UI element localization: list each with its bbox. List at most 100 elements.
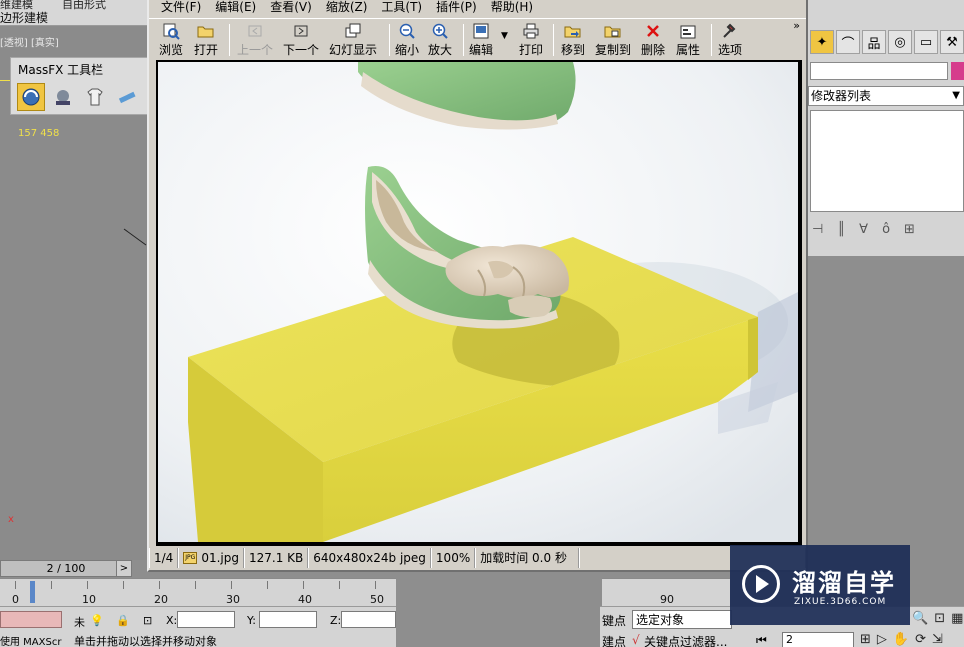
- viewer-statusbar: 1/4 JPG 01.jpg 127.1 KB 640x480x24b jpeg…: [149, 548, 806, 568]
- utilities-tab-icon[interactable]: ⚒: [940, 30, 964, 54]
- time-marker[interactable]: [30, 581, 35, 603]
- modifier-stack[interactable]: [810, 110, 964, 212]
- rigid-body-icon[interactable]: [49, 83, 77, 111]
- key-filters-button[interactable]: 关键点过滤器...: [644, 633, 727, 647]
- absolute-mode-icon[interactable]: ⊡: [143, 614, 152, 627]
- options-button[interactable]: 选项: [718, 21, 742, 59]
- edit-label: 编辑: [469, 43, 494, 57]
- ruler-tick: 20: [154, 593, 168, 606]
- move-to-button[interactable]: 移到: [561, 21, 585, 59]
- properties-button[interactable]: 属性: [676, 21, 700, 59]
- edit-button[interactable]: 编辑: [469, 21, 493, 59]
- lightbulb-icon[interactable]: 💡: [90, 614, 104, 627]
- viewport-perspective[interactable]: 维建模 自由形式 边形建模 [透视] [真实] MassFX 工具栏 157 4…: [0, 0, 150, 560]
- ruler-tick: 40: [298, 593, 312, 606]
- time-config-icon[interactable]: ⊞: [860, 632, 871, 647]
- time-slider-next-button[interactable]: >: [116, 560, 132, 577]
- zoom-in-button[interactable]: 放大: [428, 21, 452, 59]
- zoom-in-icon: [431, 21, 449, 41]
- ribbon-tab-freeform[interactable]: 自由形式: [62, 0, 106, 12]
- configure-sets-icon[interactable]: ⊞: [904, 222, 915, 237]
- status-filesize-text: 127.1 KB: [248, 551, 304, 565]
- status-dimensions: 640x480x24b jpeg: [308, 548, 431, 568]
- prev-icon: [247, 21, 263, 41]
- create-tab-icon[interactable]: ✦: [810, 30, 834, 54]
- make-unique-icon[interactable]: ∀: [859, 222, 868, 237]
- print-button[interactable]: 打印: [519, 21, 543, 59]
- time-slider[interactable]: 2 / 100: [0, 560, 132, 577]
- key-filter-icon: √: [632, 633, 640, 647]
- zoom-out-button[interactable]: 缩小: [395, 21, 419, 59]
- coord-z-field[interactable]: [341, 611, 396, 628]
- cloth-icon[interactable]: [81, 83, 109, 111]
- object-color-swatch[interactable]: [951, 62, 964, 80]
- next-icon: [293, 21, 309, 41]
- slideshow-button[interactable]: 幻灯显示: [329, 21, 377, 59]
- selection-set-value: 选定对象: [636, 613, 685, 627]
- key-filter-prefix: 建点: [602, 635, 627, 647]
- open-button[interactable]: 打开: [194, 21, 218, 59]
- rendered-image[interactable]: [158, 62, 798, 542]
- status-load-time: 加载时间 0.0 秒: [475, 548, 580, 568]
- menu-edit[interactable]: 编辑(E): [215, 0, 256, 16]
- field-of-view-icon[interactable]: ▦: [951, 611, 963, 626]
- status-dimensions-text: 640x480x24b jpeg: [313, 551, 426, 565]
- move-to-label: 移到: [561, 43, 586, 57]
- object-name-field[interactable]: [810, 62, 948, 80]
- toolbar-overflow-icon[interactable]: »: [793, 19, 800, 32]
- viewport-label[interactable]: [透视] [真实]: [0, 34, 59, 49]
- prev-button[interactable]: 上一个: [237, 21, 273, 59]
- coord-x-field[interactable]: [177, 611, 235, 628]
- menu-help[interactable]: 帮助(H): [491, 0, 533, 16]
- ruler-tick: 90: [660, 593, 674, 606]
- maxscript-listener[interactable]: [0, 611, 62, 628]
- orbit-icon[interactable]: ⟳: [915, 632, 926, 647]
- track-bar-right[interactable]: 90: [602, 578, 730, 606]
- menu-view[interactable]: 查看(V): [270, 0, 312, 16]
- go-to-start-icon[interactable]: ⏮: [756, 633, 767, 647]
- pan-hand-icon[interactable]: ✋: [893, 632, 909, 647]
- maximize-viewport-icon[interactable]: ⇲: [932, 632, 943, 647]
- menu-tools[interactable]: 工具(T): [381, 0, 422, 16]
- modify-tab-icon[interactable]: ⌒: [836, 30, 860, 54]
- menu-plugins[interactable]: 插件(P): [436, 0, 477, 16]
- play-triangle-icon: [756, 575, 769, 593]
- motion-tab-icon[interactable]: ◎: [888, 30, 912, 54]
- copy-to-icon: [604, 21, 622, 41]
- massfx-title: MassFX 工具栏: [18, 63, 104, 77]
- hierarchy-tab-icon[interactable]: 品: [862, 30, 886, 54]
- menu-file[interactable]: 文件(F): [161, 0, 201, 16]
- browse-button[interactable]: 浏览: [159, 21, 183, 59]
- world-settings-icon[interactable]: [17, 83, 45, 111]
- next-label: 下一个: [283, 43, 320, 57]
- selection-set-dropdown[interactable]: 选定对象: [632, 610, 732, 629]
- coord-y-field[interactable]: [259, 611, 317, 628]
- lock-icon[interactable]: 🔒: [116, 614, 130, 627]
- modifier-list-label: 修改器列表: [811, 89, 872, 103]
- display-tab-icon[interactable]: ▭: [914, 30, 938, 54]
- next-button[interactable]: 下一个: [283, 21, 319, 59]
- modifier-list-dropdown[interactable]: 修改器列表 ▼: [808, 86, 964, 106]
- command-panel-empty: [808, 256, 964, 546]
- delete-button[interactable]: 删除: [641, 21, 665, 59]
- slideshow-label: 幻灯显示: [329, 43, 378, 57]
- edit-dropdown-icon[interactable]: ▼: [501, 31, 508, 41]
- status-filename: JPG 01.jpg: [178, 548, 244, 568]
- current-frame-field[interactable]: 2: [782, 632, 854, 647]
- zoom-region-icon[interactable]: 🔍: [912, 611, 928, 626]
- play-icon[interactable]: ▷: [877, 632, 887, 647]
- zoom-extents-icon[interactable]: ⊡: [934, 611, 945, 626]
- viewport-active-border: [0, 80, 10, 560]
- copy-to-button[interactable]: 复制到: [595, 21, 631, 59]
- menu-zoom[interactable]: 缩放(Z): [326, 0, 368, 16]
- image-canvas-frame: [156, 60, 802, 546]
- remove-modifier-icon[interactable]: ô: [882, 222, 890, 237]
- status-index-text: 1/4: [154, 551, 174, 565]
- constraint-icon[interactable]: [113, 83, 141, 111]
- ribbon-tab-polygon-modeling[interactable]: 边形建模: [0, 9, 48, 26]
- coord-z-label: Z:: [330, 614, 342, 627]
- pin-stack-icon[interactable]: ⊣: [812, 222, 823, 237]
- track-bar[interactable]: 0 10 20 30 40 50: [0, 578, 396, 606]
- show-end-result-icon[interactable]: ║: [837, 222, 845, 237]
- viewer-menubar: 文件(F) 编辑(E) 查看(V) 缩放(Z) 工具(T) 插件(P) 帮助(H…: [149, 0, 806, 16]
